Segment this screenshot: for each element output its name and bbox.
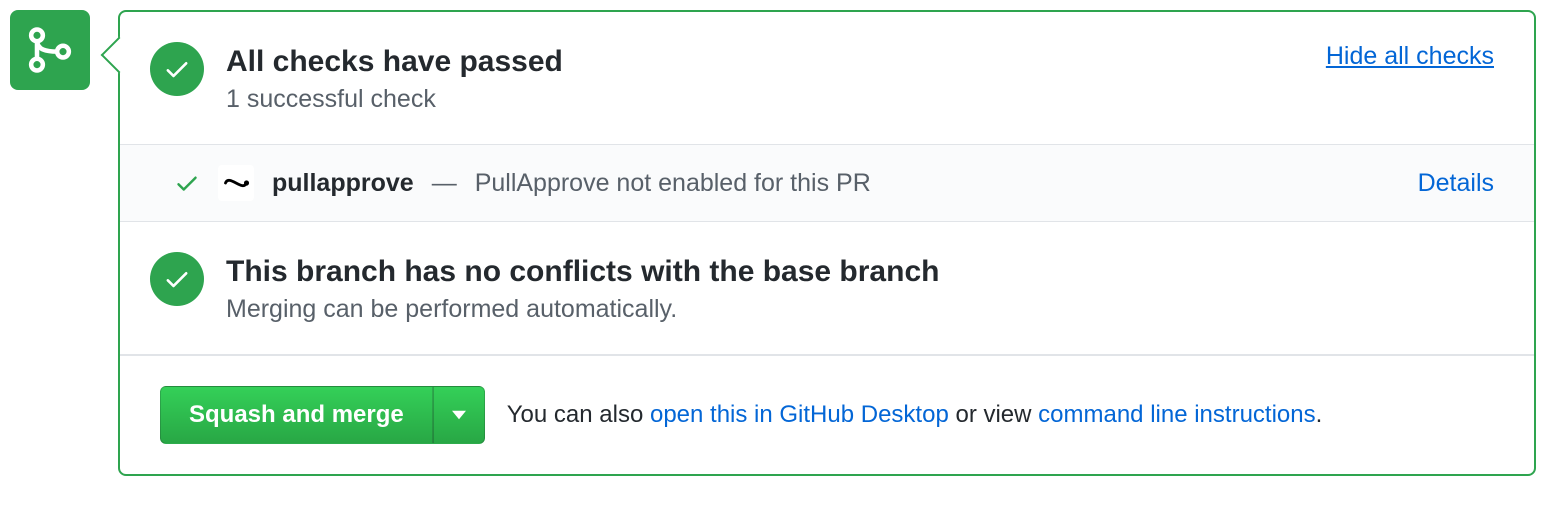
check-icon (174, 170, 200, 196)
squash-merge-button[interactable]: Squash and merge (160, 386, 433, 444)
check-details-link[interactable]: Details (1418, 169, 1494, 198)
footer-middle: or view (949, 401, 1038, 428)
merge-footer-text: You can also open this in GitHub Desktop… (507, 401, 1323, 429)
pullapprove-icon (222, 169, 250, 197)
conflicts-section: This branch has no conflicts with the ba… (120, 222, 1534, 355)
check-separator: — (432, 169, 457, 198)
conflicts-subtitle: Merging can be performed automatically. (226, 295, 1494, 324)
git-merge-icon (24, 24, 76, 76)
check-icon (163, 265, 191, 293)
merge-footer: Squash and merge You can also open this … (120, 355, 1534, 474)
toggle-checks-link[interactable]: Hide all checks (1326, 42, 1494, 71)
check-description: PullApprove not enabled for this PR (475, 169, 871, 198)
caret-down-icon (452, 410, 466, 420)
check-app-name: pullapprove (272, 169, 414, 198)
open-desktop-link[interactable]: open this in GitHub Desktop (650, 401, 949, 428)
footer-suffix: . (1316, 401, 1323, 428)
merge-options-dropdown[interactable] (433, 386, 485, 444)
checks-summary-subtitle: 1 successful check (226, 85, 1494, 114)
checks-summary-section: All checks have passed 1 successful chec… (120, 12, 1534, 145)
checks-summary-text: All checks have passed 1 successful chec… (226, 42, 1494, 114)
merge-panel: All checks have passed 1 successful chec… (118, 10, 1536, 476)
check-item-row: pullapprove — PullApprove not enabled fo… (120, 145, 1534, 222)
conflicts-title: This branch has no conflicts with the ba… (226, 252, 1494, 291)
conflicts-text: This branch has no conflicts with the ba… (226, 252, 1494, 324)
cli-instructions-link[interactable]: command line instructions (1038, 401, 1315, 428)
merge-button-group: Squash and merge (160, 386, 485, 444)
footer-prefix: You can also (507, 401, 650, 428)
check-app-avatar (218, 165, 254, 201)
pr-merge-container: All checks have passed 1 successful chec… (10, 10, 1536, 476)
success-status-icon (150, 252, 204, 306)
check-icon (163, 55, 191, 83)
checks-summary-title: All checks have passed (226, 42, 1494, 81)
merge-status-badge (10, 10, 90, 90)
success-status-icon (150, 42, 204, 96)
